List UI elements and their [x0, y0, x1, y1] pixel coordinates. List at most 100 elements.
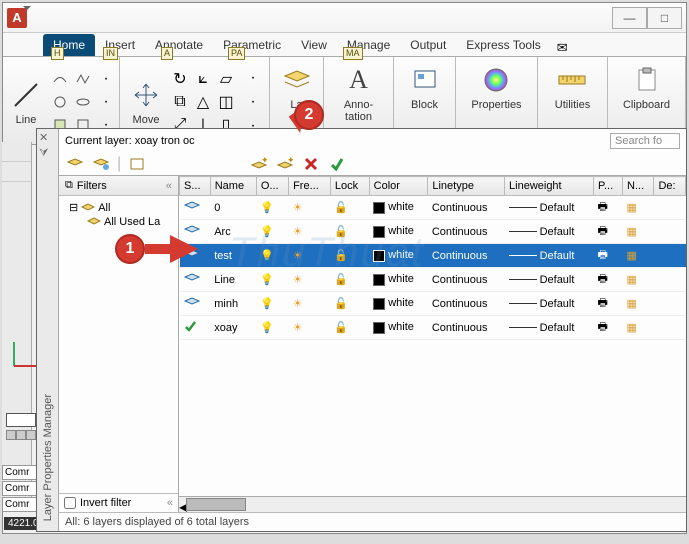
- layer-name-cell[interactable]: xoay: [210, 316, 256, 340]
- tab-output[interactable]: Output: [400, 34, 456, 56]
- col-plot[interactable]: P...: [594, 177, 623, 196]
- freeze-icon[interactable]: ☀: [289, 292, 331, 316]
- annotation-button[interactable]: A Anno- tation: [338, 61, 380, 125]
- modify-extra[interactable]: ·: [242, 91, 264, 113]
- plot-icon[interactable]: 🖶: [594, 196, 623, 220]
- layer-row[interactable]: minh💡☀🔓 whiteContinuous Default🖶▦: [180, 292, 686, 316]
- lock-icon[interactable]: 🔓: [330, 292, 369, 316]
- plot-icon[interactable]: 🖶: [594, 220, 623, 244]
- left-tool[interactable]: [2, 162, 31, 182]
- mail-icon[interactable]: ✉: [557, 40, 568, 56]
- freeze-icon[interactable]: ☀: [289, 316, 331, 340]
- desc-cell[interactable]: [654, 220, 686, 244]
- linetype-cell[interactable]: Continuous: [428, 268, 505, 292]
- lineweight-cell[interactable]: Default: [505, 220, 594, 244]
- new-filter-button[interactable]: ✦: [249, 155, 269, 173]
- model-tab[interactable]: [6, 413, 36, 427]
- on-icon[interactable]: 💡: [256, 292, 288, 316]
- newvp-icon[interactable]: ▦: [623, 244, 654, 268]
- plot-icon[interactable]: 🖶: [594, 268, 623, 292]
- on-icon[interactable]: 💡: [256, 196, 288, 220]
- filter-node-all[interactable]: ⊟ All: [69, 200, 176, 215]
- layers-dropdown[interactable]: La: [276, 61, 318, 113]
- layer-states-button[interactable]: [127, 155, 147, 173]
- lock-icon[interactable]: 🔓: [330, 196, 369, 220]
- panel-close-icon[interactable]: ✕: [39, 131, 48, 144]
- linetype-cell[interactable]: Continuous: [428, 292, 505, 316]
- layer-name-cell[interactable]: minh: [210, 292, 256, 316]
- line-button[interactable]: Line: [5, 76, 47, 128]
- app-menu-button[interactable]: A: [7, 8, 27, 28]
- col-color[interactable]: Color: [369, 177, 428, 196]
- col-status[interactable]: S...: [180, 177, 211, 196]
- desc-cell[interactable]: [654, 268, 686, 292]
- delete-layer-button[interactable]: [301, 155, 321, 173]
- on-icon[interactable]: 💡: [256, 316, 288, 340]
- col-lineweight[interactable]: Lineweight: [505, 177, 594, 196]
- lineweight-cell[interactable]: Default: [505, 244, 594, 268]
- svg-text:✦: ✦: [287, 157, 293, 165]
- new-layer-button[interactable]: [65, 155, 85, 173]
- desc-cell[interactable]: [654, 196, 686, 220]
- col-freeze[interactable]: Fre...: [289, 177, 331, 196]
- block-button[interactable]: Block: [404, 61, 446, 113]
- col-name[interactable]: Name: [210, 177, 256, 196]
- panel-pin-icon[interactable]: ⮛: [39, 147, 48, 160]
- lock-icon[interactable]: 🔓: [330, 316, 369, 340]
- tab-view[interactable]: View: [291, 34, 337, 56]
- utilities-button[interactable]: Utilities: [551, 61, 594, 113]
- invert-filter-checkbox[interactable]: [64, 497, 76, 509]
- lineweight-cell[interactable]: Default: [505, 268, 594, 292]
- panel-title-strip[interactable]: Layer Properties Manager: [37, 129, 59, 531]
- newvp-icon[interactable]: ▦: [623, 196, 654, 220]
- col-on[interactable]: O...: [256, 177, 288, 196]
- newvp-icon[interactable]: ▦: [623, 220, 654, 244]
- lineweight-cell[interactable]: Default: [505, 196, 594, 220]
- move-button[interactable]: Move: [125, 76, 167, 128]
- window-maximize[interactable]: □: [647, 7, 682, 29]
- new-group-filter-button[interactable]: ✦: [275, 155, 295, 173]
- newvp-icon[interactable]: ▦: [623, 316, 654, 340]
- desc-cell[interactable]: [654, 244, 686, 268]
- lineweight-cell[interactable]: Default: [505, 292, 594, 316]
- desc-cell[interactable]: [654, 292, 686, 316]
- left-tool[interactable]: [2, 142, 31, 162]
- lineweight-cell[interactable]: Default: [505, 316, 594, 340]
- new-layer-vp-button[interactable]: [91, 155, 111, 173]
- newvp-icon[interactable]: ▦: [623, 268, 654, 292]
- properties-button[interactable]: Properties: [467, 61, 525, 113]
- linetype-cell[interactable]: Continuous: [428, 220, 505, 244]
- modify-extra[interactable]: ·: [242, 67, 264, 89]
- color-cell[interactable]: white: [369, 292, 428, 316]
- grid-hscroll[interactable]: ◂: [179, 496, 686, 512]
- linetype-cell[interactable]: Continuous: [428, 196, 505, 220]
- plot-icon[interactable]: 🖶: [594, 244, 623, 268]
- clipboard-button[interactable]: Clipboard: [619, 61, 674, 113]
- color-cell[interactable]: white: [369, 196, 428, 220]
- layer-name-cell[interactable]: 0: [210, 196, 256, 220]
- linetype-cell[interactable]: Continuous: [428, 244, 505, 268]
- layer-grid[interactable]: S... Name O... Fre... Lock Color Linetyp…: [179, 176, 686, 496]
- filter-node-used[interactable]: All Used La: [69, 215, 176, 229]
- plot-icon[interactable]: 🖶: [594, 316, 623, 340]
- tab-expresstools[interactable]: Express Tools: [456, 34, 550, 56]
- layer-row[interactable]: 0💡☀🔓 whiteContinuous Default🖶▦: [180, 196, 686, 220]
- tab-annotate[interactable]: Annotate: [145, 34, 213, 56]
- newvp-icon[interactable]: ▦: [623, 292, 654, 316]
- col-desc[interactable]: De:: [654, 177, 686, 196]
- modify-flyouts[interactable]: ↻⟀▱ ⧉△◫ ⤢⟂▯: [169, 68, 237, 136]
- set-current-button[interactable]: [327, 155, 347, 173]
- col-lock[interactable]: Lock: [330, 177, 369, 196]
- col-linetype[interactable]: Linetype: [428, 177, 505, 196]
- desc-cell[interactable]: [654, 316, 686, 340]
- plot-icon[interactable]: 🖶: [594, 292, 623, 316]
- color-cell[interactable]: white: [369, 316, 428, 340]
- tab-parametric[interactable]: Parametric: [213, 34, 291, 56]
- linetype-cell[interactable]: Continuous: [428, 316, 505, 340]
- col-new[interactable]: N...: [623, 177, 654, 196]
- freeze-icon[interactable]: ☀: [289, 196, 331, 220]
- layer-row[interactable]: xoay💡☀🔓 whiteContinuous Default🖶▦: [180, 316, 686, 340]
- draw-flyouts[interactable]: · · ·: [49, 68, 117, 136]
- layer-search-input[interactable]: Search fo: [610, 133, 680, 149]
- window-minimize[interactable]: —: [612, 7, 647, 29]
